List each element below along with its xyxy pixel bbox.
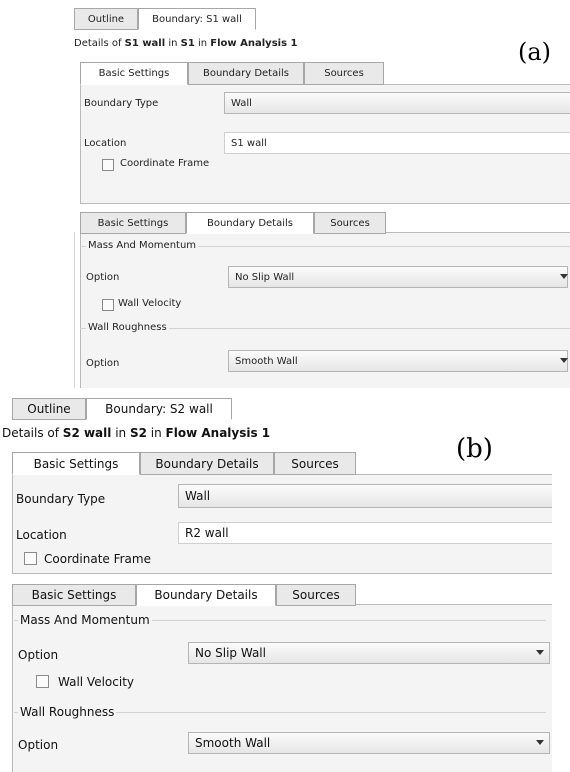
coordinate-frame-checkbox-b[interactable]: [24, 552, 37, 565]
option-label-2: Option: [86, 358, 120, 369]
boundary-type-value-b: Wall: [185, 489, 211, 503]
wall-velocity-checkbox-b[interactable]: [36, 675, 49, 688]
tab-basic-settings-b[interactable]: Basic Settings: [12, 452, 140, 475]
details-domain: S1: [180, 38, 195, 49]
tab-outline[interactable]: Outline: [74, 8, 138, 30]
details-in-2: in: [194, 38, 211, 49]
option-dropdown-2-b[interactable]: Smooth Wall: [188, 732, 550, 754]
boundary-type-dropdown-b[interactable]: Wall: [178, 484, 552, 508]
panel-b-bottom-tabs: Basic Settings Boundary Details Sources: [12, 584, 552, 606]
details-prefix: Details of: [74, 38, 125, 49]
tab-boundary-details[interactable]: Boundary Details: [188, 62, 304, 85]
panel-a-left-edge: [74, 232, 75, 388]
tab-boundary-s1-wall[interactable]: Boundary: S1 wall: [138, 8, 256, 30]
coordinate-frame-label: Coordinate Frame: [120, 158, 210, 169]
panel-a-bottom-tabs: Basic Settings Boundary Details Sources: [80, 212, 570, 234]
option-value-2-b: Smooth Wall: [195, 736, 271, 750]
wall-velocity-label: Wall Velocity: [118, 298, 182, 309]
details-in-2-b: in: [146, 426, 166, 440]
tab-basic-settings-2[interactable]: Basic Settings: [80, 212, 186, 234]
location-value: S1 wall: [231, 137, 267, 149]
panel-b-outer-tabs: Outline Boundary: S2 wall: [0, 398, 552, 420]
location-field[interactable]: S1 wall: [224, 132, 570, 154]
details-domain-b: S2: [129, 426, 147, 440]
tab-boundary-s2-wall[interactable]: Boundary: S2 wall: [86, 398, 232, 420]
panel-a: Outline Boundary: S1 wall Details of S1 …: [72, 0, 570, 388]
tab-boundary-details-2[interactable]: Boundary Details: [186, 212, 314, 234]
location-label-b: Location: [16, 528, 67, 542]
option-label-1-b: Option: [18, 648, 59, 662]
details-analysis: Flow Analysis 1: [210, 38, 298, 49]
tab-basic-settings-b2[interactable]: Basic Settings: [12, 584, 136, 606]
chevron-down-icon[interactable]: [536, 740, 544, 745]
option-dropdown-1-b[interactable]: No Slip Wall: [188, 642, 550, 664]
wall-velocity-label-b: Wall Velocity: [58, 675, 135, 689]
chevron-down-icon[interactable]: [536, 650, 544, 655]
wall-velocity-checkbox[interactable]: [102, 299, 114, 311]
location-label: Location: [84, 138, 127, 149]
chevron-down-icon[interactable]: [560, 358, 568, 363]
option-dropdown-1[interactable]: No Slip Wall: [228, 266, 568, 288]
boundary-type-label-b: Boundary Type: [16, 492, 106, 506]
details-object-b: S2 wall: [62, 426, 112, 440]
mass-momentum-label-b: Mass And Momentum: [18, 613, 152, 627]
coordinate-frame-checkbox[interactable]: [102, 159, 114, 171]
panel-b-top-tabs: Basic Settings Boundary Details Sources: [12, 452, 552, 475]
panel-a-outer-tabs: Outline Boundary: S1 wall: [72, 8, 570, 30]
mass-momentum-label: Mass And Momentum: [86, 240, 199, 251]
tab-sources[interactable]: Sources: [304, 62, 384, 85]
option-value-1: No Slip Wall: [235, 271, 295, 283]
option-value-2: Smooth Wall: [235, 355, 298, 367]
tab-basic-settings[interactable]: Basic Settings: [80, 62, 188, 85]
wall-roughness-label: Wall Roughness: [86, 322, 169, 333]
details-object: S1 wall: [124, 38, 166, 49]
option-label-1: Option: [86, 272, 120, 283]
location-field-b[interactable]: R2 wall: [178, 522, 552, 544]
option-value-1-b: No Slip Wall: [195, 646, 266, 660]
details-line: Details of S1 wall in S1 in Flow Analysi…: [74, 38, 297, 49]
option-label-2-b: Option: [18, 738, 59, 752]
details-in-b: in: [111, 426, 130, 440]
tab-sources-2[interactable]: Sources: [314, 212, 386, 234]
boundary-type-value: Wall: [231, 97, 252, 109]
panel-a-top-tabs: Basic Settings Boundary Details Sources: [80, 62, 570, 85]
tab-sources-b[interactable]: Sources: [274, 452, 356, 475]
chevron-down-icon[interactable]: [560, 274, 568, 279]
details-analysis-b: Flow Analysis 1: [165, 426, 271, 440]
location-value-b: R2 wall: [185, 526, 229, 540]
tab-outline-b[interactable]: Outline: [12, 398, 86, 420]
boundary-type-dropdown[interactable]: Wall: [224, 92, 570, 114]
coordinate-frame-label-b: Coordinate Frame: [44, 552, 151, 566]
details-in: in: [165, 38, 181, 49]
details-line-b: Details of S2 wall in S2 in Flow Analysi…: [2, 426, 270, 440]
boundary-type-label: Boundary Type: [84, 98, 159, 109]
tab-boundary-details-b[interactable]: Boundary Details: [140, 452, 274, 475]
tab-sources-b2[interactable]: Sources: [276, 584, 356, 606]
details-prefix-b: Details of: [2, 426, 63, 440]
panel-b: Outline Boundary: S2 wall Details of S2 …: [0, 388, 552, 772]
tab-boundary-details-b2[interactable]: Boundary Details: [136, 584, 276, 606]
option-dropdown-2[interactable]: Smooth Wall: [228, 350, 568, 372]
wall-roughness-label-b: Wall Roughness: [18, 705, 117, 719]
